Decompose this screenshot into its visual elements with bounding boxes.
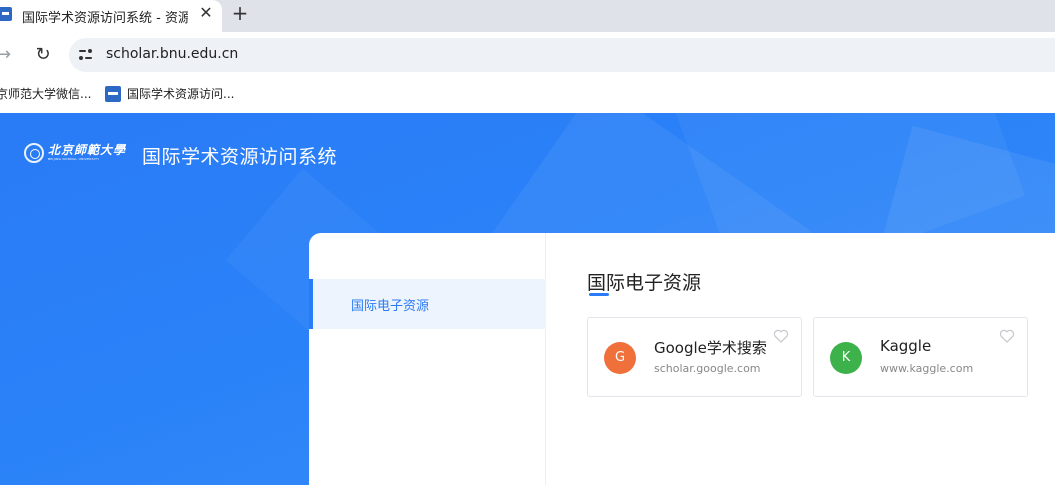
address-bar[interactable]: scholar.bnu.edu.cn (69, 38, 1055, 72)
forward-arrow-icon[interactable]: → (0, 44, 11, 65)
bookmark-item[interactable]: 京师范大学微信... (0, 85, 91, 102)
resource-name[interactable]: Kaggle (880, 337, 931, 355)
section-title-underline (589, 293, 609, 296)
logo-english-name: BEIJING NORMAL UNIVERSITY (48, 157, 100, 161)
site-favicon-icon (0, 7, 12, 21)
sidebar-item-international-resources[interactable]: 国际电子资源 (309, 279, 546, 329)
section-title: 国际电子资源 (587, 272, 702, 294)
sidebar-item-label: 国际电子资源 (351, 299, 430, 314)
page-background: 北京師範大學 BEIJING NORMAL UNIVERSITY 国际学术资源访… (0, 113, 1055, 485)
resource-url: scholar.google.com (654, 362, 761, 375)
heart-icon[interactable] (773, 328, 789, 344)
url-text[interactable]: scholar.bnu.edu.cn (106, 46, 238, 62)
avatar: G (604, 342, 636, 374)
bookmark-item[interactable]: 国际学术资源访问... (105, 85, 234, 102)
new-tab-icon[interactable]: + (229, 2, 251, 24)
resource-card-kaggle[interactable]: K Kaggle www.kaggle.com (813, 317, 1028, 397)
content-panel: 国际电子资源 国际电子资源 G Google学术搜索 scholar.googl… (309, 233, 1055, 485)
resource-card-google-scholar[interactable]: G Google学术搜索 scholar.google.com (587, 317, 802, 397)
close-tab-icon[interactable]: ✕ (196, 3, 216, 23)
site-info-icon[interactable] (79, 46, 95, 62)
tab-strip: 国际学术资源访问系统 - 资源站 ✕ + (0, 0, 1055, 32)
side-nav: 国际电子资源 (309, 233, 546, 485)
site-title: 国际学术资源访问系统 (142, 146, 338, 168)
resource-name[interactable]: Google学术搜索 (654, 337, 767, 358)
university-logo[interactable]: 北京師範大學 BEIJING NORMAL UNIVERSITY (24, 143, 126, 163)
browser-tab[interactable]: 国际学术资源访问系统 - 资源站 ✕ (0, 0, 222, 32)
logo-text: 北京師範大學 BEIJING NORMAL UNIVERSITY (48, 144, 126, 162)
heart-icon[interactable] (999, 328, 1015, 344)
bookmark-label: 国际学术资源访问... (127, 87, 235, 101)
logo-chinese-name: 北京師範大學 (48, 143, 127, 157)
university-seal-icon (24, 143, 44, 163)
browser-toolbar: → ↻ scholar.bnu.edu.cn (0, 32, 1055, 78)
tab-title: 国际学术资源访问系统 - 资源站 (22, 11, 188, 26)
bookmark-label: 京师范大学微信... (0, 87, 92, 101)
bookmark-favicon-icon (105, 85, 121, 102)
resource-url: www.kaggle.com (880, 362, 974, 375)
avatar: K (830, 342, 862, 374)
bookmarks-bar: 京师范大学微信... 国际学术资源访问... (0, 78, 1055, 113)
reload-icon[interactable]: ↻ (30, 42, 56, 68)
